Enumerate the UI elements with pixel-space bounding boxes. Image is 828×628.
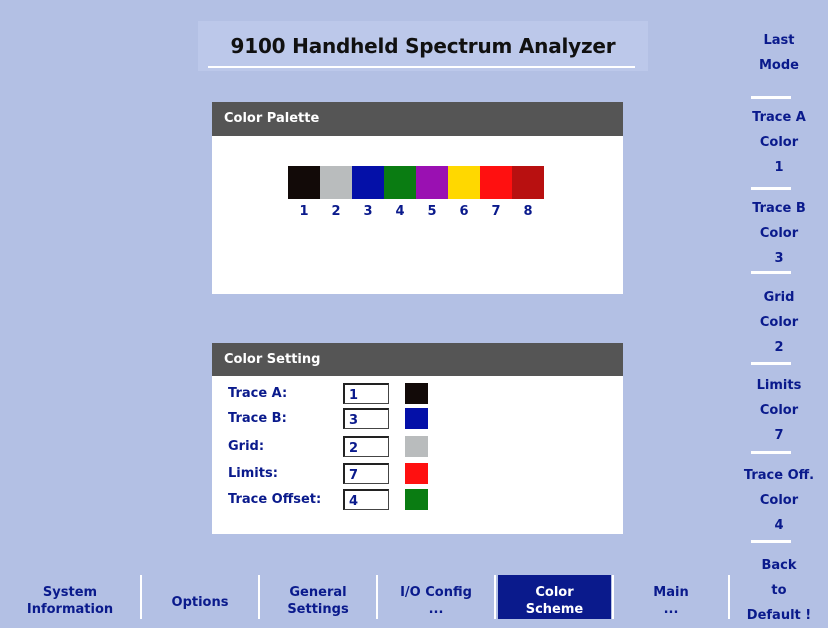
menu-system-information-line-1: System xyxy=(42,585,98,600)
menu-general-settings-line-1: General xyxy=(289,585,347,600)
menu-options[interactable]: Options xyxy=(142,575,258,619)
trace-offset-color-swatch xyxy=(405,489,428,510)
palette-swatches xyxy=(288,166,544,199)
page-title: 9100 Handheld Spectrum Analyzer xyxy=(230,34,616,58)
menu-separator xyxy=(728,575,730,619)
softkey-last-mode-line-2: Mode xyxy=(759,58,799,73)
palette-swatch-4 xyxy=(384,166,416,199)
softkey-last-mode[interactable]: Last Mode xyxy=(730,28,828,78)
palette-swatch-8 xyxy=(512,166,544,199)
softkey-column: Last Mode Trace A Color 1 Trace B Color … xyxy=(730,0,828,623)
softkey-grid-line-3: 2 xyxy=(774,340,784,355)
softkey-separator xyxy=(751,451,791,454)
title-underline xyxy=(208,66,635,68)
menu-options-line-1: Options xyxy=(171,595,229,610)
softkey-trace-b-color[interactable]: Trace B Color 3 xyxy=(730,196,828,271)
softkey-last-mode-line-1: Last xyxy=(763,33,795,48)
softkey-trace-b-line-3: 3 xyxy=(774,251,784,266)
color-palette-panel: 1 2 3 4 5 6 7 8 xyxy=(212,136,623,294)
limits-color-field[interactable]: 7 xyxy=(343,463,389,484)
menu-main-line-2: ... xyxy=(663,602,679,617)
softkey-trace-b-line-2: Color xyxy=(759,226,799,241)
softkey-grid-line-2: Color xyxy=(759,315,799,330)
trace-a-color-field[interactable]: 1 xyxy=(343,383,389,404)
softkey-separator xyxy=(751,187,791,190)
softkey-grid-color[interactable]: Grid Color 2 xyxy=(730,285,828,360)
palette-number-7: 7 xyxy=(491,204,501,219)
menu-main[interactable]: Main ... xyxy=(614,575,728,619)
palette-swatch-2 xyxy=(320,166,352,199)
menu-io-config-line-2: ... xyxy=(428,602,444,617)
palette-number-3: 3 xyxy=(363,204,373,219)
trace-offset-label: Trace Offset: xyxy=(228,492,322,507)
color-palette-header: Color Palette xyxy=(212,102,623,136)
softkey-trace-offset-color[interactable]: Trace Off. Color 4 xyxy=(730,463,828,538)
softkey-grid-line-1: Grid xyxy=(763,290,795,305)
softkey-trace-a-line-1: Trace A xyxy=(752,110,806,125)
menu-system-information[interactable]: System Information xyxy=(0,575,140,619)
trace-a-label: Trace A: xyxy=(228,386,288,401)
softkey-trace-offset-line-2: Color xyxy=(759,493,799,508)
palette-number-1: 1 xyxy=(299,204,309,219)
softkey-trace-offset-line-3: 4 xyxy=(774,518,784,533)
softkey-separator xyxy=(751,362,791,365)
softkey-limits-line-1: Limits xyxy=(756,378,802,393)
palette-number-5: 5 xyxy=(427,204,437,219)
softkey-trace-offset-line-1: Trace Off. xyxy=(743,468,815,483)
palette-swatch-5 xyxy=(416,166,448,199)
menu-color-scheme-line-1: Color xyxy=(535,585,574,600)
color-setting-header: Color Setting xyxy=(212,343,623,376)
menu-separator xyxy=(494,575,496,619)
palette-number-4: 4 xyxy=(395,204,405,219)
palette-number-2: 2 xyxy=(331,204,341,219)
menu-general-settings-line-2: Settings xyxy=(287,602,349,617)
softkey-limits-line-2: Color xyxy=(759,403,799,418)
bottom-menu-bar: System Information Options General Setti… xyxy=(0,575,828,619)
title-box: 9100 Handheld Spectrum Analyzer xyxy=(198,21,648,71)
grid-color-swatch xyxy=(405,436,428,457)
menu-color-scheme-line-2: Scheme xyxy=(525,602,584,617)
palette-swatch-6 xyxy=(448,166,480,199)
softkey-separator xyxy=(751,540,791,543)
softkey-separator xyxy=(751,96,791,99)
menu-main-line-1: Main xyxy=(653,585,689,600)
palette-numbers: 1 2 3 4 5 6 7 8 xyxy=(288,204,544,219)
palette-swatch-3 xyxy=(352,166,384,199)
grid-label: Grid: xyxy=(228,439,265,454)
menu-general-settings[interactable]: General Settings xyxy=(260,575,376,619)
softkey-trace-b-line-1: Trace B xyxy=(752,201,806,216)
softkey-trace-a-line-2: Color xyxy=(759,135,799,150)
trace-a-color-swatch xyxy=(405,383,428,404)
grid-color-field[interactable]: 2 xyxy=(343,436,389,457)
menu-io-config-line-1: I/O Config xyxy=(400,585,472,600)
trace-offset-color-field[interactable]: 4 xyxy=(343,489,389,510)
softkey-trace-a-color[interactable]: Trace A Color 1 xyxy=(730,105,828,180)
palette-number-8: 8 xyxy=(523,204,533,219)
trace-b-label: Trace B: xyxy=(228,411,287,426)
trace-b-color-field[interactable]: 3 xyxy=(343,408,389,429)
softkey-limits-line-3: 7 xyxy=(774,428,784,443)
palette-number-6: 6 xyxy=(459,204,469,219)
menu-color-scheme[interactable]: Color Scheme xyxy=(498,575,611,619)
menu-io-config[interactable]: I/O Config ... xyxy=(378,575,494,619)
limits-color-swatch xyxy=(405,463,428,484)
palette-swatch-1 xyxy=(288,166,320,199)
softkey-limits-color[interactable]: Limits Color 7 xyxy=(730,373,828,448)
softkey-trace-a-line-3: 1 xyxy=(774,160,784,175)
limits-label: Limits: xyxy=(228,466,278,481)
palette-swatch-7 xyxy=(480,166,512,199)
menu-system-information-line-2: Information xyxy=(26,602,114,617)
color-setting-panel: Trace A: 1 Trace B: 3 Grid: 2 Limits: 7 … xyxy=(212,376,623,534)
trace-b-color-swatch xyxy=(405,408,428,429)
softkey-separator xyxy=(751,271,791,274)
